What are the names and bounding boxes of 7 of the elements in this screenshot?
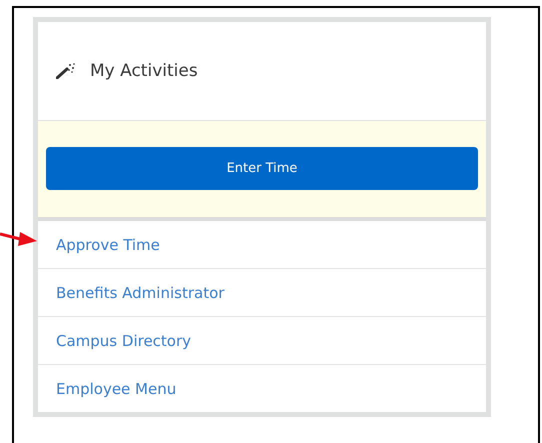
activity-link[interactable]: Approve Time (38, 221, 486, 269)
activity-link[interactable]: Benefits Administrator (38, 269, 486, 317)
activity-link[interactable]: Employee Menu (38, 365, 486, 412)
enter-time-button[interactable]: Enter Time (46, 147, 478, 190)
panel-title: My Activities (90, 61, 198, 81)
magic-wand-icon (56, 63, 76, 79)
activity-link[interactable]: Campus Directory (38, 317, 486, 365)
